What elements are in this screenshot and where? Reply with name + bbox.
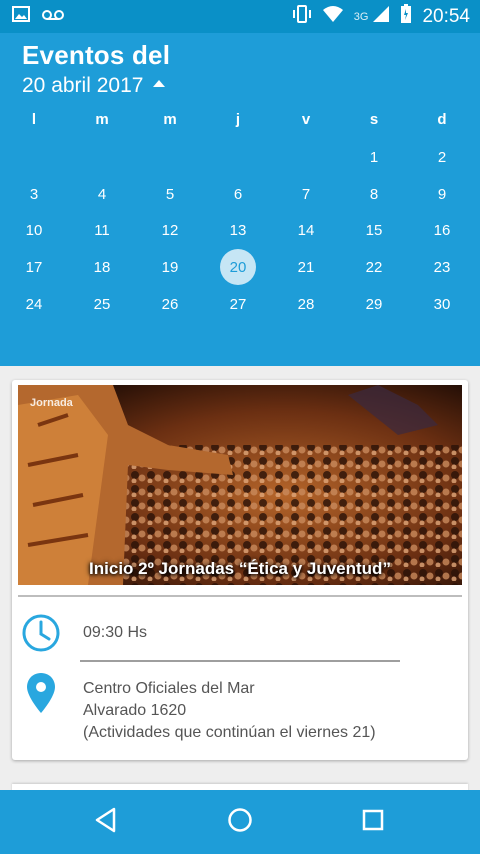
location-name: Centro Oficiales del Mar	[83, 680, 255, 697]
clock-icon	[20, 612, 62, 659]
network-type: 3G	[353, 11, 369, 23]
calendar-day[interactable]: 22	[356, 249, 392, 285]
calendar-day[interactable]: 6	[220, 176, 256, 212]
calendar-day[interactable]: 17	[16, 249, 52, 285]
crowd-image	[18, 385, 462, 585]
event-title: Inicio 2º Jornadas “Ética y Juventud”	[89, 559, 391, 578]
calendar-day[interactable]: 24	[16, 286, 52, 322]
calendar-day[interactable]: 23	[424, 249, 460, 285]
status-bar: 3G 20:54	[0, 0, 480, 33]
recents-button[interactable]	[355, 804, 391, 840]
calendar-day[interactable]: 11	[84, 212, 120, 248]
location-address: Alvarado 1620	[83, 702, 187, 719]
voicemail-icon	[42, 8, 64, 26]
calendar-day[interactable]: 4	[84, 176, 120, 212]
calendar-day[interactable]: 8	[356, 176, 392, 212]
calendar-day[interactable]: 26	[152, 286, 188, 322]
calendar-day[interactable]: 30	[424, 286, 460, 322]
calendar-day[interactable]: 18	[84, 249, 120, 285]
wifi-icon	[322, 5, 344, 29]
signal-icon	[372, 5, 390, 29]
home-button[interactable]	[222, 804, 258, 840]
weekday-label: d	[437, 111, 447, 128]
calendar-day[interactable]: 15	[356, 212, 392, 248]
selected-date: 20 abril 2017	[22, 74, 144, 97]
navigation-bar	[0, 790, 480, 854]
calendar-day[interactable]: 9	[424, 176, 460, 212]
weekday-label: j	[235, 111, 241, 128]
calendar-day[interactable]: 20	[220, 249, 256, 285]
battery-icon	[400, 4, 412, 30]
back-button[interactable]	[88, 804, 124, 840]
calendar-day[interactable]: 21	[288, 249, 324, 285]
weekday-label: s	[369, 111, 379, 128]
calendar-day[interactable]: 5	[152, 176, 188, 212]
caret-up-icon	[153, 79, 166, 87]
event-photo: Jornada Inicio 2º Jornadas “Ética y Juve…	[18, 385, 462, 585]
calendar-day[interactable]: 1	[356, 139, 392, 175]
divider	[18, 595, 462, 597]
calendar-day[interactable]: 28	[288, 286, 324, 322]
image-tag: Jornada	[30, 397, 73, 409]
event-time: 09:30 Hs	[83, 624, 148, 641]
clock: 20:54	[422, 6, 470, 27]
home-icon	[227, 807, 253, 838]
image-notification-icon	[12, 6, 30, 27]
weekday-header: l m m j v s d	[0, 111, 480, 131]
calendar-day[interactable]: 2	[424, 139, 460, 175]
vibrate-icon	[292, 4, 312, 30]
calendar-day[interactable]: 19	[152, 249, 188, 285]
weekday-label: m	[95, 111, 109, 128]
weekday-label: v	[301, 111, 311, 128]
calendar-day[interactable]: 13	[220, 212, 256, 248]
page-title: Eventos del	[22, 40, 171, 70]
weekday-label: m	[163, 111, 177, 128]
location-pin-icon	[26, 672, 56, 719]
calendar-day[interactable]: 16	[424, 212, 460, 248]
calendar-day[interactable]: 25	[84, 286, 120, 322]
back-icon	[94, 807, 118, 838]
recents-icon	[361, 808, 385, 837]
calendar-header: Eventos del 20 abril 2017 l m m j v s d …	[0, 33, 480, 366]
calendar-day[interactable]: 7	[288, 176, 324, 212]
weekday-label: l	[31, 111, 37, 128]
calendar-day[interactable]: 10	[16, 212, 52, 248]
calendar-day[interactable]: 27	[220, 286, 256, 322]
calendar-day[interactable]: 29	[356, 286, 392, 322]
calendar-day[interactable]: 12	[152, 212, 188, 248]
calendar-day[interactable]: 14	[288, 212, 324, 248]
calendar-day[interactable]: 3	[16, 176, 52, 212]
event-card[interactable]: Jornada Inicio 2º Jornadas “Ética y Juve…	[12, 380, 468, 760]
date-selector[interactable]: 20 abril 2017	[22, 74, 166, 98]
divider	[80, 660, 400, 662]
location-note: (Actividades que continúan el viernes 21…	[83, 724, 376, 741]
